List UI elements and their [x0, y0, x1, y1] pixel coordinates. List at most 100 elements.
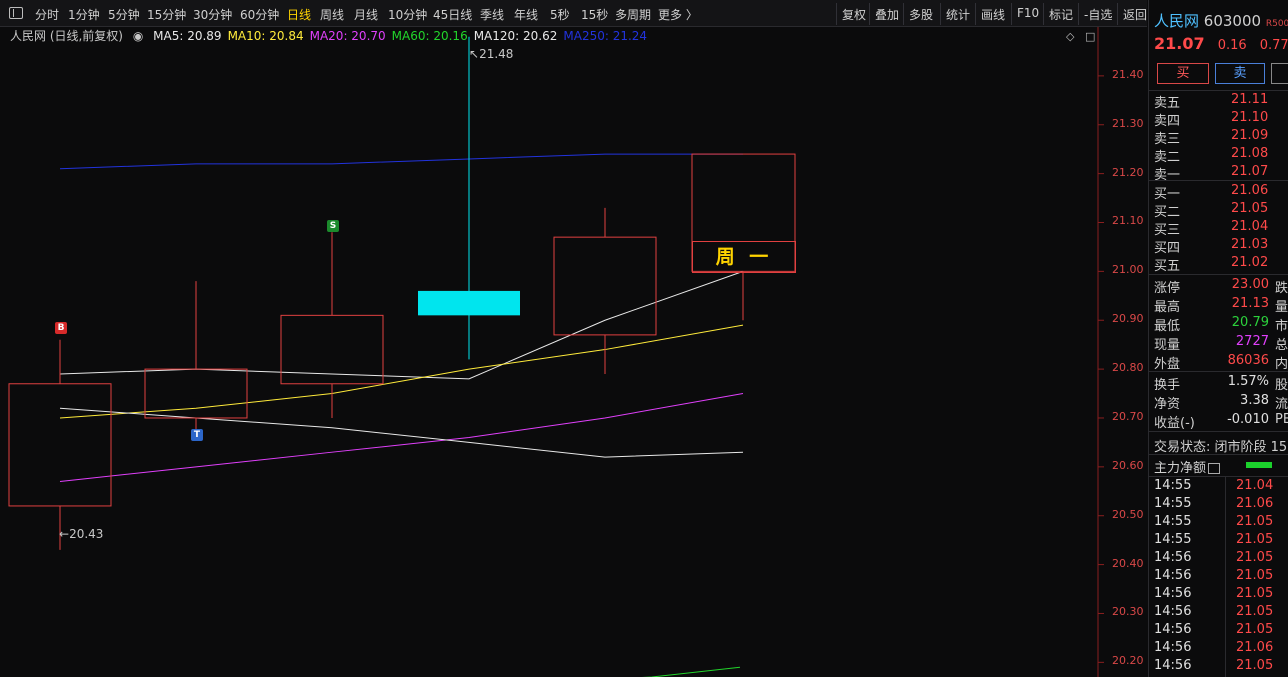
window-icon[interactable]: □: [1085, 30, 1095, 43]
bid-label: 买三: [1154, 223, 1181, 238]
buy-button[interactable]: 买: [1157, 63, 1209, 84]
tick-price: 21.05: [1236, 550, 1274, 565]
toolbar-button[interactable]: 返回: [1117, 3, 1152, 25]
period-tab[interactable]: 日线: [287, 6, 311, 23]
stat-extra-label: PE: [1275, 412, 1288, 427]
tick-price: 21.06: [1236, 640, 1274, 655]
ma-legend-item: MA60: 20.16: [391, 29, 468, 43]
tick-price: 21.05: [1236, 586, 1274, 601]
kline-canvas: [8, 27, 1104, 677]
buy-signal-marker[interactable]: B: [55, 322, 67, 334]
ask-label: 卖四: [1154, 114, 1181, 129]
price-tick-label: 20.70: [1112, 409, 1144, 423]
tick-time: 14:55: [1154, 514, 1192, 529]
period-tab[interactable]: 更多 〉: [658, 6, 698, 23]
ma-line-ma250: [59, 153, 743, 170]
ma-legend-item: MA120: 20.62: [473, 29, 558, 43]
main-flow-bar: [1246, 462, 1272, 468]
period-tab[interactable]: 30分钟: [193, 6, 232, 23]
bid-price: 21.02: [1231, 255, 1269, 270]
bid-row: 买二 21.05: [1154, 201, 1288, 220]
tick-price: 21.05: [1236, 568, 1274, 583]
bid-row: 买一 21.06: [1154, 183, 1288, 202]
stat-value: -0.010: [1227, 412, 1269, 427]
stat-value: 20.79: [1231, 315, 1269, 330]
stat-label: 外盘: [1154, 357, 1181, 372]
ask-label: 卖三: [1154, 132, 1181, 147]
stat-extra-label: 流通: [1275, 397, 1288, 412]
bid-row: 买五 21.02: [1154, 255, 1288, 274]
ask-row: 卖三 21.09: [1154, 128, 1288, 147]
divider: [1149, 454, 1288, 455]
stat-row: 收益(-) -0.010 PE: [1154, 412, 1288, 431]
period-tab[interactable]: 15分钟: [147, 6, 186, 23]
toolbar-button[interactable]: -自选: [1078, 3, 1117, 25]
diamond-icon[interactable]: ◇: [1066, 30, 1074, 43]
tick-price: 21.06: [1236, 496, 1274, 511]
toolbar-button[interactable]: 多股: [903, 3, 938, 25]
more-trade-button[interactable]: [1271, 63, 1288, 84]
quote-line: 21.07 0.16 0.77%: [1154, 34, 1288, 53]
period-tab[interactable]: 周线: [320, 6, 344, 23]
stat-row: 最低 20.79 市值: [1154, 315, 1288, 334]
tick-row: 14:55 21.05: [1154, 532, 1288, 550]
stat-row: 现量 2727 总量: [1154, 334, 1288, 353]
tick-price: 21.05: [1236, 658, 1274, 673]
bid-label: 买五: [1154, 259, 1181, 274]
period-tab[interactable]: 5秒: [550, 6, 570, 23]
toolbar-button[interactable]: 标记: [1043, 3, 1078, 25]
period-tab[interactable]: 15秒: [581, 6, 608, 23]
stock-name: 人民网: [1154, 12, 1200, 30]
period-tab[interactable]: 季线: [480, 6, 504, 23]
stat-label: 最低: [1154, 319, 1181, 334]
ma-legend-item: MA10: 20.84: [227, 29, 304, 43]
stat-value: 2727: [1235, 334, 1269, 349]
stat-label: 净资: [1154, 397, 1181, 412]
toolbar-button[interactable]: 画线: [975, 3, 1010, 25]
trade-status: 交易状态: 闭市阶段 15: [1154, 440, 1288, 455]
stat-row: 净资 3.38 流通: [1154, 393, 1288, 412]
period-tab[interactable]: 45日线: [433, 6, 472, 23]
period-tab[interactable]: 分时: [35, 6, 59, 23]
stat-row: 最高 21.13 量比: [1154, 296, 1288, 315]
legend-toggle-icon[interactable]: ◉: [133, 29, 143, 43]
price-change: 0.16: [1217, 38, 1247, 53]
sidebar-toggle-icon[interactable]: [9, 7, 23, 19]
tick-row: 14:56 21.05: [1154, 550, 1288, 568]
tick-row: 14:55 21.05: [1154, 514, 1288, 532]
divider: [1149, 431, 1288, 432]
tick-time: 14:56: [1154, 550, 1192, 565]
tick-price: 21.05: [1236, 622, 1274, 637]
ask-label: 卖二: [1154, 150, 1181, 165]
toolbar-button[interactable]: 统计: [940, 3, 975, 25]
period-tab[interactable]: 年线: [514, 6, 538, 23]
price-tick-label: 21.30: [1112, 116, 1144, 130]
period-tab[interactable]: 多周期: [615, 6, 651, 23]
ask-row: 卖五 21.11: [1154, 92, 1288, 111]
period-tab[interactable]: 1分钟: [68, 6, 100, 23]
stock-code: 603000: [1203, 12, 1262, 30]
t-signal-marker[interactable]: T: [191, 429, 203, 441]
toolbar-button[interactable]: 复权: [836, 3, 871, 25]
sell-button[interactable]: 卖: [1215, 63, 1265, 84]
tick-time: 14:55: [1154, 478, 1192, 493]
ask-price: 21.09: [1231, 128, 1269, 143]
kline-chart[interactable]: 人民网 (日线,前复权) ◉ MA5: 20.89 MA10: 20.84 MA20…: [0, 27, 1147, 677]
stat-extra-label: 内盘: [1275, 357, 1288, 372]
period-tab[interactable]: 60分钟: [240, 6, 279, 23]
toolbar-button[interactable]: 叠加: [869, 3, 904, 25]
period-tab[interactable]: 10分钟: [388, 6, 427, 23]
sell-signal-marker[interactable]: S: [327, 220, 339, 232]
price-tick-label: 20.20: [1112, 654, 1144, 668]
period-tab[interactable]: 5分钟: [108, 6, 140, 23]
stat-value: 3.38: [1240, 393, 1269, 408]
tick-row: 14:56 21.05: [1154, 604, 1288, 622]
ma-legend-item: MA250: 21.24: [563, 29, 648, 43]
period-tab[interactable]: 月线: [354, 6, 378, 23]
tick-price: 21.05: [1236, 514, 1274, 529]
tick-time: 14:56: [1154, 568, 1192, 583]
toolbar-button[interactable]: F10: [1011, 3, 1044, 25]
list-icon[interactable]: [1208, 463, 1221, 474]
stat-extra-label: 市值: [1275, 319, 1288, 334]
stat-extra-label: 总量: [1275, 338, 1288, 353]
